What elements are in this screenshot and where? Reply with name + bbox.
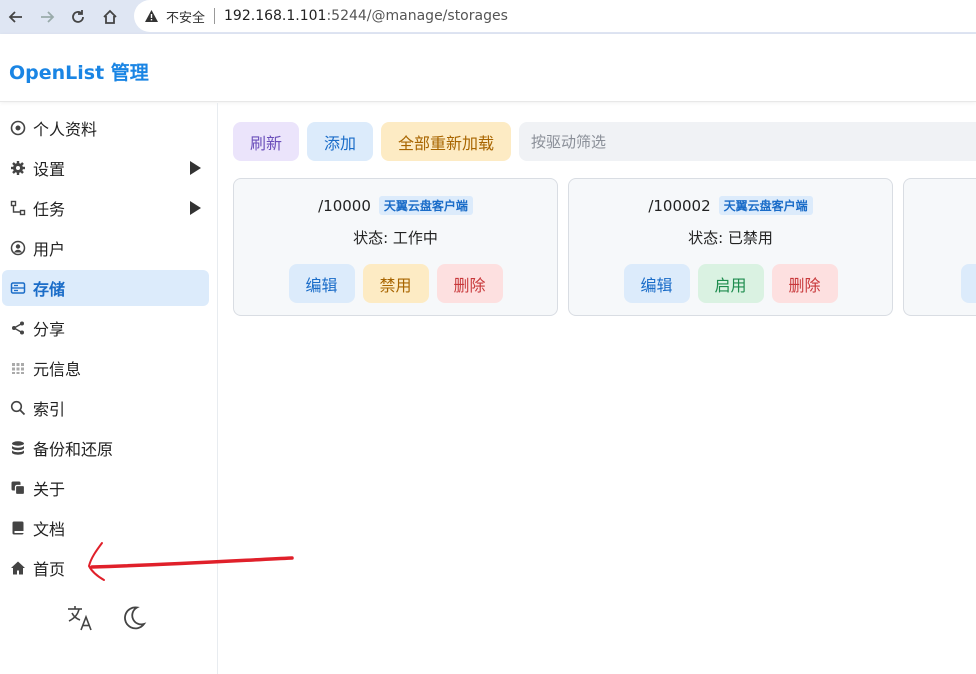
browser-toolbar: 不安全 192.168.1.101 :5244/@manage/storages [0,0,976,34]
sidebar-item-label: 备份和还原 [33,440,114,459]
sidebar-item-backup[interactable]: 备份和还原 [2,430,209,466]
sidebar-bottom-toolbar [66,603,148,637]
sidebar-item-label: 任务 [33,200,66,219]
sidebar-item-label: 分享 [33,320,66,339]
sidebar-item-index[interactable]: 索引 [2,390,209,426]
enable-button[interactable]: 启用 [697,264,764,303]
reload-all-button[interactable]: 全部重新加载 [381,122,511,161]
share-icon [9,319,27,337]
app-header: OpenList 管理 [0,34,976,102]
sidebar-item-label: 索引 [33,400,66,419]
back-button[interactable] [5,6,27,28]
sidebar-item-label: 个人资料 [33,120,98,139]
sidebar-item-label: 首页 [33,560,66,579]
edit-button[interactable]: 编辑 [623,264,690,303]
sidebar: 个人资料 设置 任务 用户 存储 分享 元信息 索引 备份和还原 关于 文档 首… [0,103,218,674]
driver-badge: 天翼云盘客户端 [378,196,473,215]
back-arrow-icon [8,11,22,23]
home-icon [9,559,27,577]
sidebar-item-users[interactable]: 用户 [2,230,209,266]
sidebar-item-tasks[interactable]: 任务 [2,190,209,226]
sidebar-item-label: 关于 [33,480,66,499]
forward-arrow-icon [41,11,55,23]
copy-icon [9,479,27,497]
home-button[interactable] [99,6,121,28]
edit-button-partial[interactable] [961,264,976,303]
card-actions: 编辑 启用 删除 [569,264,892,303]
card-title-row: /10000 天翼云盘客户端 [234,196,557,215]
expand-arrow-icon[interactable] [190,201,201,215]
url-host: 192.168.1.101 [224,8,327,24]
sidebar-item-storage[interactable]: 存储 [2,270,209,306]
sidebar-item-label: 文档 [33,520,66,539]
add-button[interactable]: 添加 [307,122,373,161]
sidebar-item-about[interactable]: 关于 [2,470,209,506]
user-icon [9,239,27,257]
storage-card-partial [903,178,976,316]
translate-icon[interactable] [66,603,96,637]
sidebar-item-settings[interactable]: 设置 [2,150,209,186]
insecure-label: 不安全 [166,10,206,26]
refresh-button[interactable]: 刷新 [233,122,299,161]
moon-icon[interactable] [118,603,148,637]
sidebar-item-profile[interactable]: 个人资料 [2,110,209,146]
sidebar-item-label: 设置 [33,160,66,179]
gear-icon [9,159,27,177]
storage-status: 状态: 工作中 [353,229,438,247]
storage-path: /10000 [318,196,371,215]
task-icon [9,199,27,217]
storage-path: /100002 [648,196,711,215]
sidebar-item-meta[interactable]: 元信息 [2,350,209,386]
driver-badge: 天翼云盘客户端 [718,196,813,215]
sidebar-item-home[interactable]: 首页 [2,550,209,586]
warning-icon [144,8,160,24]
address-divider [214,8,216,24]
storage-card: /10000 天翼云盘客户端 状态: 工作中 编辑 禁用 删除 [233,178,558,316]
search-icon [9,399,27,417]
expand-arrow-icon[interactable] [190,161,201,175]
address-bar[interactable]: 不安全 192.168.1.101 :5244/@manage/storages [134,0,976,32]
sidebar-item-docs[interactable]: 文档 [2,510,209,546]
delete-button[interactable]: 删除 [771,264,838,303]
sidebar-item-label: 存储 [33,280,66,299]
disable-button[interactable]: 禁用 [362,264,429,303]
storage-icon [9,279,27,297]
card-title-row: /100002 天翼云盘客户端 [569,196,892,215]
sidebar-item-share[interactable]: 分享 [2,310,209,346]
storage-status: 状态: 已禁用 [688,229,773,247]
forward-button[interactable] [36,6,58,28]
meta-icon [9,359,27,377]
sidebar-item-label: 元信息 [33,360,82,379]
sidebar-item-label: 用户 [33,240,66,259]
url-path: :5244/@manage/storages [326,8,508,24]
storage-card: /100002 天翼云盘客户端 状态: 已禁用 编辑 启用 删除 [568,178,893,316]
home-outline-icon [103,9,117,24]
brand-title[interactable]: OpenList 管理 [9,58,149,85]
driver-filter-input[interactable] [519,122,976,161]
profile-icon [9,119,27,137]
edit-button[interactable]: 编辑 [288,264,355,303]
database-icon [9,439,27,457]
reload-icon [72,10,84,23]
reload-button[interactable] [67,6,89,28]
delete-button[interactable]: 删除 [436,264,503,303]
book-icon [9,519,27,537]
card-actions: 编辑 禁用 删除 [234,264,557,303]
